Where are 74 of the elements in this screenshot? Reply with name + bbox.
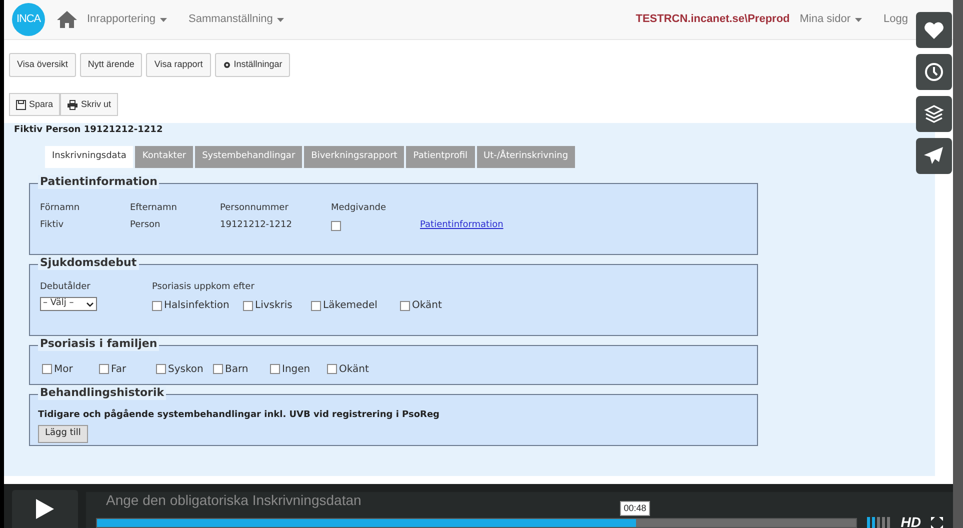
- heart-icon: [924, 22, 944, 38]
- send-icon: [924, 147, 944, 165]
- toolbar-button[interactable]: Inställningar: [214, 53, 290, 77]
- checkbox-label: Far: [111, 362, 126, 376]
- add-button[interactable]: Lägg till: [38, 425, 88, 443]
- user-menu[interactable]: Mina sidor: [800, 11, 862, 28]
- chevron-down-icon: [86, 302, 94, 306]
- checkbox-label: Okänt: [339, 362, 369, 376]
- play-icon: [36, 499, 54, 519]
- field-value: Fiktiv: [40, 219, 65, 232]
- checkbox[interactable]: [400, 300, 410, 310]
- like-button[interactable]: [916, 12, 952, 48]
- play-button[interactable]: [12, 490, 78, 528]
- home-icon[interactable]: [57, 11, 77, 28]
- environment-label: TESTRCN.incanet.se\Preprod: [636, 12, 790, 28]
- printer-icon: [67, 100, 78, 110]
- checkbox[interactable]: [311, 300, 321, 310]
- checkbox-label: Läkemedel: [323, 299, 378, 313]
- checkbox[interactable]: [327, 364, 337, 374]
- action-button[interactable]: Spara: [9, 93, 60, 116]
- checkbox-label: Ingen: [282, 362, 310, 376]
- patientinformation-link[interactable]: Patientinformation: [420, 219, 757, 232]
- layers-icon: [924, 105, 944, 123]
- nav-menu[interactable]: Sammanställning: [188, 11, 284, 28]
- field-value: 19121212-1212: [220, 219, 293, 232]
- toolbar-button[interactable]: Visa översikt: [9, 53, 76, 77]
- scrollbar[interactable]: [953, 0, 963, 528]
- fieldset-legend: Sjukdomsdebut: [38, 256, 139, 270]
- fieldset-legend: Psoriasis i familjen: [38, 336, 160, 350]
- checkbox[interactable]: [152, 300, 162, 310]
- toolbar-button[interactable]: Visa rapport: [146, 53, 211, 77]
- checkbox-label: Livskris: [255, 299, 292, 313]
- gear-icon: [222, 61, 231, 69]
- checkbox-label: Barn: [225, 362, 248, 376]
- field-label: Debutålder: [40, 280, 92, 294]
- checkbox-label: Okänt: [412, 299, 442, 313]
- volume-icon[interactable]: [866, 516, 891, 528]
- field-label: Personnummer: [220, 202, 290, 214]
- checkbox[interactable]: [42, 364, 52, 374]
- field-label: Psoriasis uppkom efter: [152, 280, 256, 294]
- patient-title: Fiktiv Person 19121212-1212: [14, 124, 164, 137]
- caret-icon: [276, 18, 284, 22]
- caret-icon: [160, 18, 166, 22]
- fieldset-legend: Patientinformation: [38, 174, 160, 188]
- caret-icon: [854, 18, 862, 22]
- field-value: Person: [130, 219, 162, 232]
- field-label: Efternamn: [130, 202, 178, 214]
- section-description: Tidigare och pågående systembehandlingar inkl. UVB vid registrering i PsoReg: [38, 408, 440, 422]
- nav-menu[interactable]: Inrapportering: [87, 11, 166, 28]
- collections-button[interactable]: [916, 96, 952, 132]
- checkbox[interactable]: [270, 364, 280, 374]
- logout-link[interactable]: Logg: [884, 11, 908, 28]
- checkbox-label: Halsinfektion: [164, 299, 230, 313]
- save-icon: [16, 100, 26, 110]
- fullscreen-icon[interactable]: [931, 516, 943, 528]
- checkbox[interactable]: [331, 220, 341, 231]
- watch-later-button[interactable]: [916, 54, 952, 90]
- hd-toggle[interactable]: HD: [900, 512, 921, 528]
- toolbar-button[interactable]: Nytt ärende: [80, 53, 142, 77]
- time-tooltip: 00:48: [620, 500, 650, 516]
- field-label: Medgivande: [331, 202, 388, 214]
- clock-icon: [924, 62, 944, 82]
- checkbox-label: Syskon: [168, 362, 204, 376]
- field-label: Förnamn: [40, 202, 81, 214]
- action-button[interactable]: Skriv ut: [60, 93, 118, 116]
- tab[interactable]: Inskrivningsdata: [45, 146, 134, 168]
- checkbox[interactable]: [243, 300, 253, 310]
- share-button[interactable]: [916, 138, 952, 174]
- checkbox[interactable]: [156, 364, 166, 374]
- checkbox[interactable]: [213, 364, 223, 374]
- age-select[interactable]: – Välj –: [40, 297, 97, 311]
- checkbox-label: Mor: [54, 362, 73, 376]
- checkbox[interactable]: [99, 364, 109, 374]
- fieldset-legend: Behandlingshistorik: [38, 386, 166, 400]
